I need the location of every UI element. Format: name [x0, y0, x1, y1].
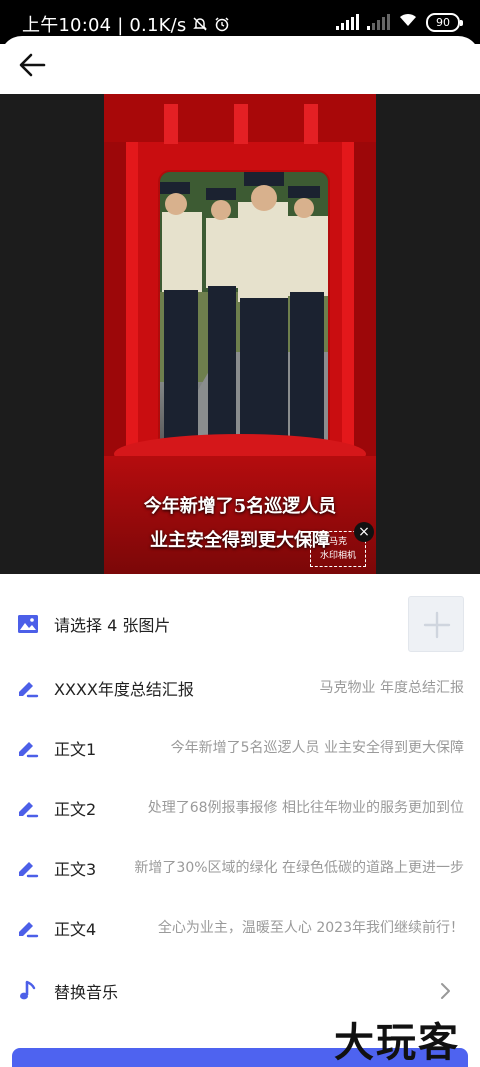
status-time: 上午10:04 [22, 15, 112, 36]
status-net-speed: 0.1K/s [129, 15, 187, 36]
back-button[interactable] [16, 48, 50, 82]
caption-line-1: 今年新增了5名巡逻人员 [143, 496, 337, 517]
title-row[interactable]: XXXX年度总结汇报 马克物业 年度总结汇报 [0, 658, 480, 718]
mute-icon [192, 16, 208, 37]
edit-icon [19, 862, 39, 878]
template-stage: 今年新增了5名巡逻人员 业主安全得到更大保障 马克 水印相机 × [104, 94, 376, 574]
signal-icon [336, 14, 359, 30]
plus-icon [423, 611, 451, 639]
select-images-label: 请选择 4 张图片 [54, 616, 171, 635]
edit-icon [19, 802, 39, 818]
top-bar [0, 36, 480, 94]
body2-label: 正文2 [54, 800, 97, 819]
status-separator: | [117, 15, 124, 36]
status-time-area: 上午10:04 | 0.1K/s [22, 11, 230, 37]
alarm-icon [214, 16, 230, 37]
body1-label: 正文1 [54, 740, 97, 759]
video-preview[interactable]: 今年新增了5名巡逻人员 业主安全得到更大保障 马克 水印相机 × [0, 94, 480, 574]
music-label: 替换音乐 [54, 983, 119, 1002]
guards-photo-image [160, 172, 328, 452]
edit-icon [19, 742, 39, 758]
status-indicators: 90 [336, 12, 463, 32]
template-photo[interactable] [158, 170, 330, 454]
body2-value: 处理了68例报事报修 相比往年物业的服务更加到位 [147, 800, 464, 816]
title-label: XXXX年度总结汇报 [54, 680, 194, 699]
body1-value: 今年新增了5名巡逻人员 业主安全得到更大保障 [170, 740, 464, 756]
watermark-close-button[interactable]: × [354, 522, 374, 542]
body3-row[interactable]: 正文3 新增了30%区域的绿化 在绿色低碳的道路上更进一步 [0, 838, 480, 898]
add-image-button[interactable] [408, 596, 464, 652]
body4-row[interactable]: 正文4 全心为业主，温暖至人心 2023年我们继续前行！ [0, 898, 480, 958]
body3-label: 正文3 [54, 860, 97, 879]
edit-icon [19, 682, 39, 698]
body2-row[interactable]: 正文2 处理了68例报事报修 相比往年物业的服务更加到位 [0, 778, 480, 838]
battery-indicator: 90 [426, 12, 463, 32]
select-images-row[interactable]: 请选择 4 张图片 [0, 594, 480, 654]
arrow-left-icon [19, 53, 46, 77]
image-icon [18, 615, 38, 633]
body4-label: 正文4 [54, 920, 97, 939]
brand-watermark: 大玩客 [334, 1019, 460, 1066]
wifi-icon [398, 12, 418, 32]
watermark-app: 水印相机 [319, 551, 356, 561]
body3-value: 新增了30%区域的绿化 在绿色低碳的道路上更进一步 [134, 860, 464, 876]
body1-row[interactable]: 正文1 今年新增了5名巡逻人员 业主安全得到更大保障 [0, 718, 480, 778]
title-value: 马克物业 年度总结汇报 [319, 680, 464, 696]
signal-2-icon [367, 14, 390, 30]
chevron-right-icon [441, 983, 450, 999]
body4-value: 全心为业主，温暖至人心 2023年我们继续前行！ [157, 920, 464, 936]
edit-icon [19, 922, 39, 938]
music-note-icon [20, 980, 36, 1000]
